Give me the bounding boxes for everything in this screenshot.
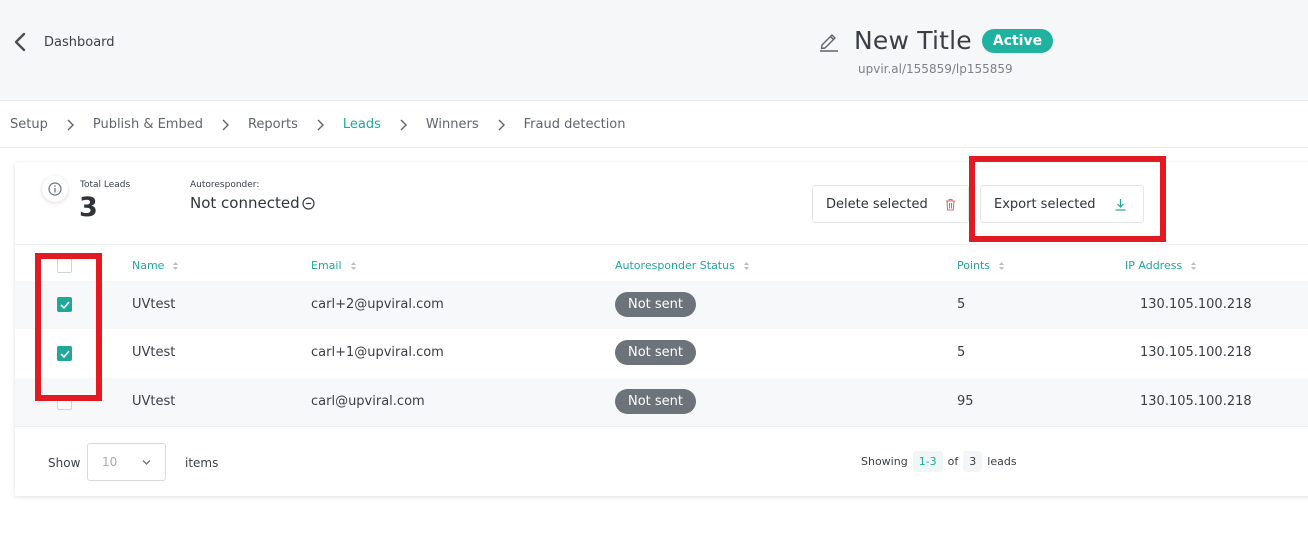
sort-icon	[173, 261, 179, 270]
items-label: items	[185, 456, 219, 470]
table-row[interactable]: UVtest carl+2@upviral.com Not sent 5 130…	[15, 281, 1308, 329]
highlight-box-checkboxes	[35, 253, 102, 401]
lead-name: UVtest	[132, 345, 176, 360]
chevron-left-icon	[14, 32, 26, 52]
divider	[15, 426, 1308, 427]
status-badge: Active	[981, 28, 1054, 53]
page-size-value: 10	[102, 455, 118, 469]
highlight-box-export	[969, 156, 1166, 242]
column-header-ip-address[interactable]: IP Address	[1125, 259, 1197, 272]
campaign-tabs: Setup Publish & Embed Reports Leads Winn…	[0, 102, 1308, 148]
lead-ip: 130.105.100.218	[1140, 297, 1252, 312]
page-title: New Title	[854, 26, 972, 55]
minus-circle-icon	[301, 196, 315, 210]
lead-points: 5	[957, 345, 966, 360]
back-to-dashboard-link[interactable]: Dashboard	[13, 32, 115, 52]
page-header: Dashboard New Title Active upvir.al/1558…	[0, 0, 1308, 101]
tab-setup[interactable]: Setup	[10, 117, 48, 132]
sort-icon	[999, 261, 1005, 270]
showing-label: Showing	[861, 455, 908, 468]
page-size-select[interactable]: 10	[87, 443, 166, 481]
trash-icon	[945, 198, 955, 211]
leads-label: leads	[987, 455, 1017, 468]
chevron-right-icon	[479, 119, 524, 131]
tab-reports[interactable]: Reports	[248, 117, 298, 132]
lead-ip: 130.105.100.218	[1140, 394, 1252, 409]
table-row[interactable]: UVtest carl@upviral.com Not sent 95 130.…	[15, 378, 1308, 426]
show-label: Show	[48, 456, 81, 470]
column-header-autoresponder-status[interactable]: Autoresponder Status	[615, 259, 750, 272]
total-value: 3	[963, 451, 983, 472]
lead-name: UVtest	[132, 394, 176, 409]
of-label: of	[947, 455, 959, 468]
delete-selected-button[interactable]: Delete selected	[812, 185, 969, 223]
chevron-down-icon	[142, 460, 151, 465]
campaign-url: upvir.al/155859/lp155859	[858, 62, 1013, 76]
autoresponder-status: Not connected	[190, 194, 315, 212]
autoresponder-status-pill: Not sent	[615, 292, 697, 317]
chevron-right-icon	[203, 119, 248, 131]
lead-ip: 130.105.100.218	[1140, 345, 1252, 360]
tab-fraud-detection[interactable]: Fraud detection	[524, 117, 626, 132]
chevron-right-icon	[48, 119, 93, 131]
table-row[interactable]: UVtest carl+1@upviral.com Not sent 5 130…	[15, 329, 1308, 377]
chevron-right-icon	[381, 119, 426, 131]
delete-selected-label: Delete selected	[826, 196, 928, 212]
autoresponder-label: Autoresponder:	[190, 180, 260, 190]
lead-points: 95	[957, 394, 974, 409]
info-icon[interactable]	[42, 176, 68, 202]
title-area: New Title Active	[818, 26, 1054, 55]
column-header-email[interactable]: Email	[311, 259, 357, 272]
pencil-icon[interactable]	[818, 30, 840, 52]
total-leads-value: 3	[79, 192, 98, 223]
column-header-name[interactable]: Name	[132, 259, 179, 272]
tab-leads[interactable]: Leads	[343, 117, 381, 132]
lead-email: carl+2@upviral.com	[311, 297, 444, 312]
tab-publish-embed[interactable]: Publish & Embed	[93, 117, 203, 132]
leads-table-header: Name Email Autoresponder Status Points I…	[15, 244, 1308, 282]
autoresponder-status-pill: Not sent	[615, 340, 697, 365]
lead-name: UVtest	[132, 297, 176, 312]
column-header-points[interactable]: Points	[957, 259, 1005, 272]
autoresponder-value: Not connected	[190, 194, 300, 212]
sort-icon	[1191, 261, 1197, 270]
back-label: Dashboard	[44, 34, 115, 50]
lead-email: carl@upviral.com	[311, 394, 425, 409]
lead-points: 5	[957, 297, 966, 312]
sort-icon	[743, 261, 749, 270]
lead-email: carl+1@upviral.com	[311, 345, 444, 360]
tab-winners[interactable]: Winners	[426, 117, 479, 132]
autoresponder-status-pill: Not sent	[615, 389, 697, 414]
sort-icon	[350, 261, 356, 270]
chevron-right-icon	[298, 119, 343, 131]
range-value: 1-3	[912, 451, 943, 472]
pagination-summary: Showing 1-3 of 3 leads	[861, 451, 1017, 472]
total-leads-label: Total Leads	[80, 180, 131, 190]
